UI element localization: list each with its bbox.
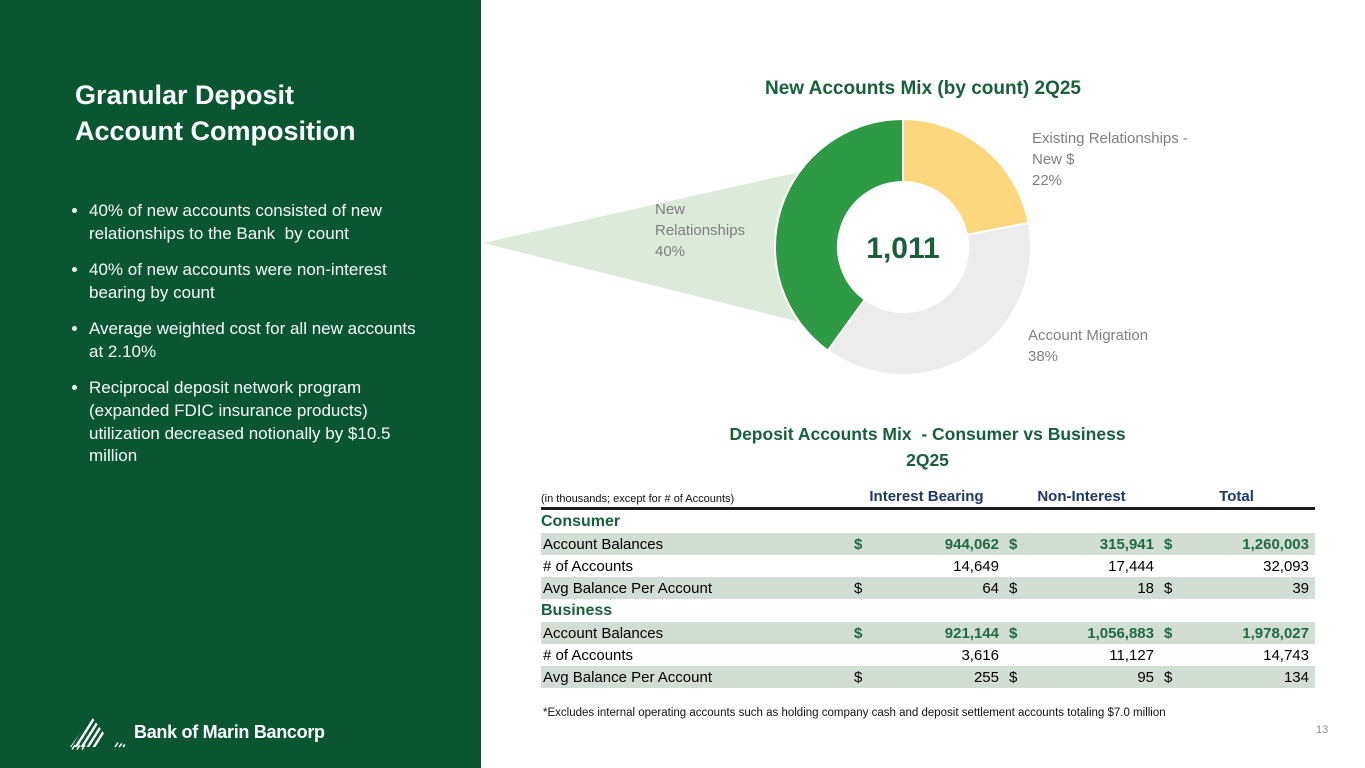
table-header-row: (in thousands; except for # of Accounts)… — [541, 487, 1315, 510]
table-title: Deposit Accounts Mix - Consumer vs Busin… — [540, 421, 1315, 474]
column-header-interest-bearing: Interest Bearing — [849, 488, 1004, 505]
label-new-relationships: New Relationships 40% — [655, 199, 795, 262]
dollar-sign: $ — [1159, 669, 1185, 686]
dollar-sign: $ — [1159, 580, 1185, 597]
cell-value: 95 — [1030, 669, 1159, 686]
cell-value: 39 — [1185, 580, 1314, 597]
slide-title: Granular Deposit Account Composition — [75, 78, 435, 149]
row-label: Avg Balance Per Account — [541, 580, 849, 597]
table-row: Account Balances $ 944,062 $ 315,941 $ 1… — [541, 533, 1315, 555]
table-row: Avg Balance Per Account $ 255 $ 95 $ 134 — [541, 666, 1315, 688]
dollar-sign: $ — [849, 536, 875, 553]
bullet-item: Average weighted cost for all new accoun… — [89, 318, 420, 364]
sidebar-panel: Granular Deposit Account Composition 40%… — [0, 0, 481, 768]
cell-value: 3,616 — [875, 647, 1004, 664]
cell-value: 255 — [875, 669, 1004, 686]
row-label: Account Balances — [541, 536, 849, 553]
bullet-item: Reciprocal deposit network program (expa… — [89, 377, 420, 469]
section-header-business: Business — [541, 599, 1315, 622]
bullet-item: 40% of new accounts were non-interest be… — [89, 259, 420, 305]
dollar-sign: $ — [849, 625, 875, 642]
table-row: Account Balances $ 921,144 $ 1,056,883 $… — [541, 622, 1315, 644]
dollar-sign: $ — [1159, 536, 1185, 553]
cell-value: 315,941 — [1030, 536, 1159, 553]
bank-of-marin-logo: Bank of Marin Bancorp — [70, 714, 325, 750]
dollar-sign: $ — [1004, 536, 1030, 553]
bullet-item: 40% of new accounts consisted of new rel… — [89, 200, 420, 246]
row-label: Avg Balance Per Account — [541, 669, 849, 686]
column-header-total: Total — [1159, 488, 1314, 505]
donut-center-total: 1,011 — [866, 232, 939, 265]
section-header-consumer: Consumer — [541, 510, 1315, 533]
cell-value: 18 — [1030, 580, 1159, 597]
footnote: *Excludes internal operating accounts su… — [543, 707, 1303, 719]
cell-value: 32,093 — [1185, 558, 1314, 575]
label-existing-relationships: Existing Relationships - New $ 22% — [1032, 128, 1222, 191]
dollar-sign: $ — [849, 580, 875, 597]
table-row: # of Accounts 14,649 17,444 32,093 — [541, 555, 1315, 577]
logo-wordmark: Bank of Marin Bancorp — [134, 722, 325, 743]
donut-chart-title: New Accounts Mix (by count) 2Q25 — [481, 78, 1365, 100]
cell-value: 64 — [875, 580, 1004, 597]
dollar-sign: $ — [849, 669, 875, 686]
label-account-migration: Account Migration 38% — [1028, 325, 1218, 367]
cell-value: 944,062 — [875, 536, 1004, 553]
cell-value: 1,978,027 — [1185, 625, 1314, 642]
deposit-accounts-table: (in thousands; except for # of Accounts)… — [541, 487, 1315, 688]
dollar-sign: $ — [1159, 625, 1185, 642]
column-header-non-interest: Non-Interest — [1004, 488, 1159, 505]
row-label: # of Accounts — [541, 558, 849, 575]
presentation-slide: Granular Deposit Account Composition 40%… — [0, 0, 1365, 768]
mountain-logo-icon — [70, 714, 126, 750]
dollar-sign: $ — [1004, 669, 1030, 686]
cell-value: 921,144 — [875, 625, 1004, 642]
table-row: # of Accounts 3,616 11,127 14,743 — [541, 644, 1315, 666]
page-number: 13 — [1316, 724, 1328, 736]
table-row: Avg Balance Per Account $ 64 $ 18 $ 39 — [541, 577, 1315, 599]
cell-value: 14,743 — [1185, 647, 1314, 664]
row-label: # of Accounts — [541, 647, 849, 664]
cell-value: 17,444 — [1030, 558, 1159, 575]
dollar-sign: $ — [1004, 625, 1030, 642]
cell-value: 134 — [1185, 669, 1314, 686]
table-units-note: (in thousands; except for # of Accounts) — [541, 493, 849, 505]
bullet-list: 40% of new accounts consisted of new rel… — [68, 200, 420, 481]
cell-value: 14,649 — [875, 558, 1004, 575]
cell-value: 11,127 — [1030, 647, 1159, 664]
row-label: Account Balances — [541, 625, 849, 642]
cell-value: 1,260,003 — [1185, 536, 1314, 553]
dollar-sign: $ — [1004, 580, 1030, 597]
cell-value: 1,056,883 — [1030, 625, 1159, 642]
